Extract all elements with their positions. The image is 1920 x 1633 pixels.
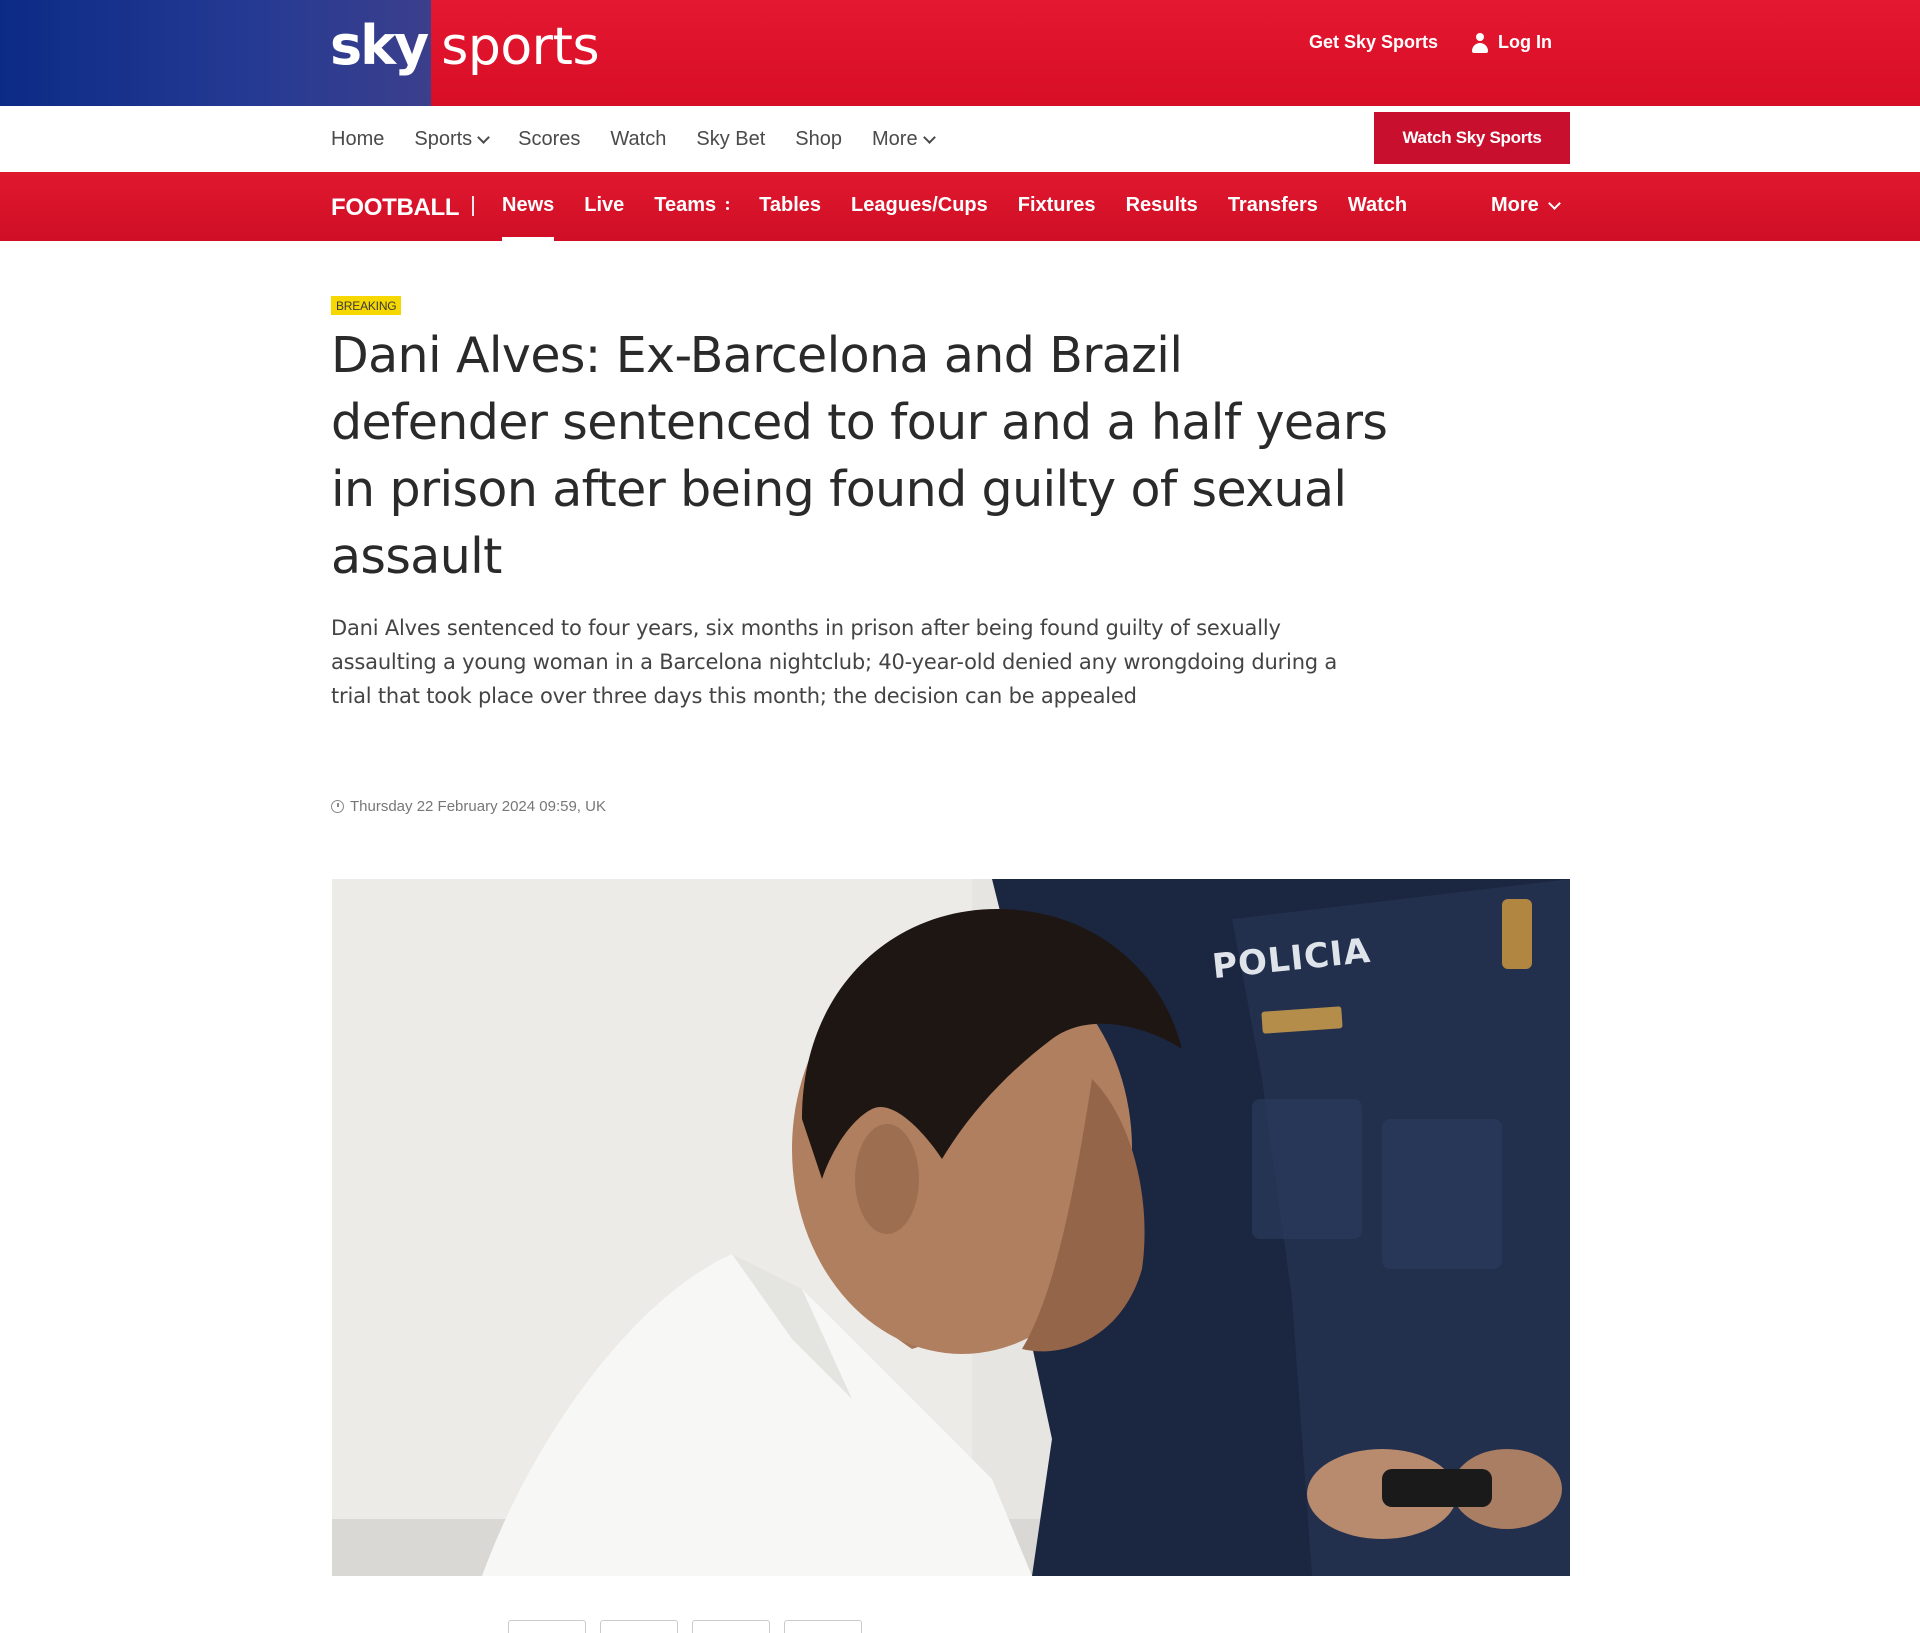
article-standfirst: Dani Alves sentenced to four years, six … <box>331 616 1338 708</box>
logo-sports: sports <box>441 17 600 77</box>
nav-scores-label: Scores <box>518 128 581 150</box>
hero-image: POLICIA <box>332 879 1570 1576</box>
tab-watch[interactable]: Watch <box>1348 194 1407 217</box>
tab-leagues-cups[interactable]: Leagues/Cups <box>851 194 988 217</box>
tab-transfers[interactable]: Transfers <box>1228 194 1318 217</box>
chevron-down-icon <box>1547 196 1561 210</box>
hero-illustration <box>332 879 1570 1576</box>
clock-icon <box>331 800 344 813</box>
dots-icon <box>726 201 730 210</box>
nav-shop-label: Shop <box>795 128 842 150</box>
tab-tables[interactable]: Tables <box>759 194 821 217</box>
nav-home-label: Home <box>331 128 385 150</box>
chevron-down-icon <box>477 130 491 144</box>
nav-shop[interactable]: Shop <box>795 128 842 151</box>
tab-live-label: Live <box>584 194 625 216</box>
share-button[interactable] <box>508 1620 586 1633</box>
brand-header: sky sports Get Sky Sports Log In <box>0 0 1920 106</box>
nav-home[interactable]: Home <box>331 128 384 151</box>
nav-sky-bet-label: Sky Bet <box>696 128 766 150</box>
tab-results-label: Results <box>1125 194 1198 216</box>
tab-watch-label: Watch <box>1347 194 1408 216</box>
share-button[interactable] <box>692 1620 770 1633</box>
section-title[interactable]: FOOTBALL <box>331 194 460 222</box>
get-sky-sports-link[interactable]: Get Sky Sports <box>1309 32 1438 53</box>
football-more-label: More <box>1491 194 1539 216</box>
share-buttons <box>508 1620 862 1633</box>
tab-news-label: News <box>502 194 555 216</box>
top-actions: Get Sky Sports Log In <box>1309 32 1552 53</box>
share-button[interactable] <box>600 1620 678 1633</box>
nav-watch-label: Watch <box>610 128 667 150</box>
nav-sky-bet[interactable]: Sky Bet <box>696 128 765 151</box>
tab-teams[interactable]: Teams <box>654 194 730 217</box>
tab-transfers-label: Transfers <box>1227 194 1318 216</box>
tab-fixtures-label: Fixtures <box>1017 194 1096 216</box>
sky-sports-logo[interactable]: sky sports <box>330 14 600 84</box>
football-nav: FOOTBALL News Live Teams Tables Leagues/… <box>0 172 1920 241</box>
chevron-down-icon <box>922 130 936 144</box>
login-label: Log In <box>1498 32 1552 52</box>
article-date: Thursday 22 February 2024 09:59, UK <box>350 798 606 815</box>
tab-fixtures[interactable]: Fixtures <box>1018 194 1096 217</box>
logo-sky: sky <box>330 14 429 77</box>
nav-scores[interactable]: Scores <box>518 128 580 151</box>
article-headline: Dani Alves: Ex-Barcelona and Brazil defe… <box>331 327 1388 585</box>
brand-red-block <box>431 0 1920 106</box>
login-link[interactable]: Log In <box>1472 32 1552 53</box>
tab-results[interactable]: Results <box>1126 194 1198 217</box>
nav-divider <box>472 196 474 216</box>
nav-more[interactable]: More <box>872 128 936 151</box>
nav-sports-label: Sports <box>414 128 473 150</box>
football-more-button[interactable]: More <box>1491 194 1561 217</box>
nav-more-label: More <box>872 128 918 150</box>
nav-sports[interactable]: Sports <box>414 128 491 151</box>
main-nav: Home Sports Scores Watch Sky Bet Shop Mo… <box>0 106 1920 173</box>
tab-live[interactable]: Live <box>584 194 624 217</box>
tab-tables-label: Tables <box>759 194 822 216</box>
tab-teams-label: Teams <box>654 194 717 216</box>
breaking-badge: BREAKING <box>331 296 402 315</box>
tab-leagues-cups-label: Leagues/Cups <box>851 194 988 216</box>
watch-sky-sports-button[interactable]: Watch Sky Sports <box>1374 112 1570 164</box>
article-dateline: Thursday 22 February 2024 09:59, UK <box>331 798 606 815</box>
share-button[interactable] <box>784 1620 862 1633</box>
nav-watch[interactable]: Watch <box>610 128 666 151</box>
tab-news[interactable]: News <box>502 194 555 241</box>
user-icon <box>1472 32 1489 53</box>
